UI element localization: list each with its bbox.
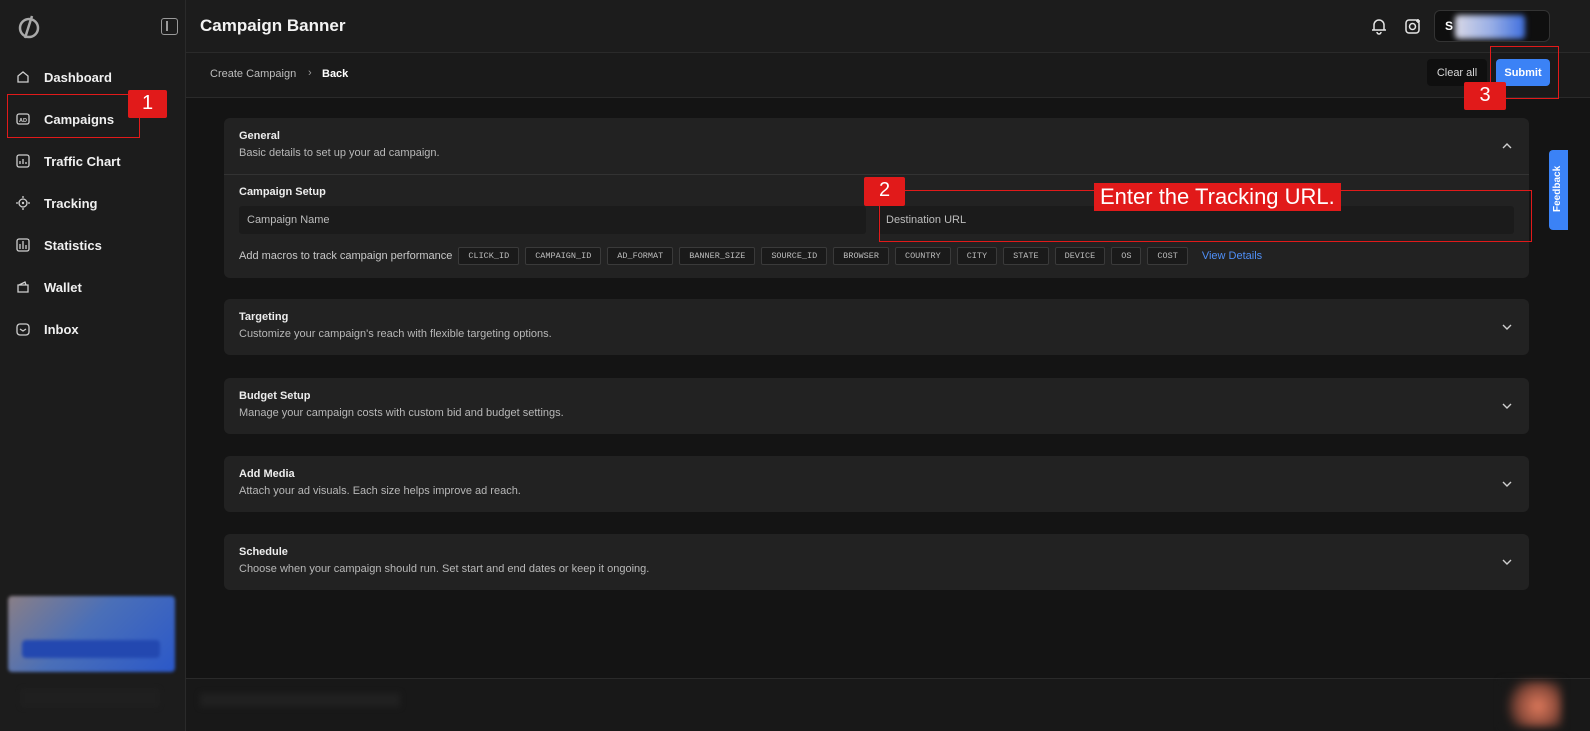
section-subtitle: Choose when your campaign should run. Se…: [239, 563, 650, 575]
sidebar-item-wallet[interactable]: Wallet: [0, 266, 186, 308]
section-subtitle: Customize your campaign's reach with fle…: [239, 328, 552, 340]
top-header: Campaign Banner S: [186, 0, 1590, 53]
macro-chip[interactable]: SOURCE_ID: [761, 247, 828, 265]
chat-widget-avatar[interactable]: [1502, 681, 1562, 727]
chevron-down-icon[interactable]: [1501, 400, 1513, 412]
annotation-number-2: 2: [864, 177, 905, 206]
sidebar-item-statistics[interactable]: Statistics: [0, 224, 186, 266]
bottom-text-blurred: [200, 693, 400, 707]
general-header[interactable]: General Basic details to set up your ad …: [224, 118, 1529, 174]
user-menu[interactable]: S: [1434, 10, 1550, 42]
macro-chip[interactable]: CLICK_ID: [458, 247, 520, 265]
section-subtitle: Attach your ad visuals. Each size helps …: [239, 485, 521, 497]
sidebar-item-label: Traffic Chart: [44, 153, 121, 169]
breadcrumb-create-campaign[interactable]: Create Campaign: [210, 68, 296, 80]
chevron-right-icon: ›: [308, 67, 312, 79]
macro-chip[interactable]: COST: [1147, 247, 1188, 265]
schedule-panel[interactable]: Schedule Choose when your campaign shoul…: [224, 534, 1529, 590]
sidebar-item-label: Inbox: [44, 321, 79, 337]
sidebar-item-label: Wallet: [44, 279, 82, 295]
section-subtitle: Basic details to set up your ad campaign…: [239, 147, 440, 159]
page-title: Campaign Banner: [200, 16, 346, 35]
macro-chip[interactable]: OS: [1111, 247, 1142, 265]
annotation-number-1: 1: [128, 90, 167, 118]
stats-icon: [16, 238, 30, 252]
section-title: Add Media: [239, 468, 295, 480]
sidebar-footer: [20, 688, 160, 708]
budget-setup-panel[interactable]: Budget Setup Manage your campaign costs …: [224, 378, 1529, 434]
chevron-down-icon[interactable]: [1501, 478, 1513, 490]
macro-chip[interactable]: DEVICE: [1054, 247, 1106, 265]
breadcrumb-back[interactable]: Back: [322, 68, 348, 80]
section-subtitle: Manage your campaign costs with custom b…: [239, 407, 564, 419]
macro-chip[interactable]: AD_FORMAT: [607, 247, 674, 265]
sidebar-item-inbox[interactable]: Inbox: [0, 308, 186, 350]
sidebar-item-traffic-chart[interactable]: Traffic Chart: [0, 140, 186, 182]
user-initial: S: [1445, 19, 1454, 33]
camera-icon[interactable]: [1404, 17, 1422, 35]
breadcrumb-bar: Create Campaign › Back Clear all Submit: [186, 53, 1590, 98]
macros-label: Add macros to track campaign performance: [239, 250, 453, 262]
sidebar-item-label: Statistics: [44, 237, 102, 253]
section-title: General: [239, 130, 280, 142]
macro-chip[interactable]: BROWSER: [833, 247, 889, 265]
inbox-icon: [16, 323, 30, 336]
wallet-icon: [17, 281, 29, 293]
logo-icon[interactable]: [16, 14, 42, 40]
macro-chip[interactable]: STATE: [1003, 247, 1049, 265]
user-name-blurred: [1455, 15, 1525, 39]
macro-chip[interactable]: COUNTRY: [894, 247, 951, 265]
sidebar-item-label: Dashboard: [44, 69, 112, 85]
add-media-panel[interactable]: Add Media Attach your ad visuals. Each s…: [224, 456, 1529, 512]
promo-card[interactable]: [8, 596, 175, 672]
chevron-up-icon[interactable]: [1501, 140, 1513, 152]
home-icon: [17, 71, 29, 83]
annotation-number-3: 3: [1464, 82, 1506, 110]
targeting-panel[interactable]: Targeting Customize your campaign's reac…: [224, 299, 1529, 355]
macro-row: Add macros to track campaign performance…: [239, 247, 1262, 265]
section-title: Targeting: [239, 311, 289, 323]
feedback-tab[interactable]: Feedback: [1549, 150, 1568, 230]
chevron-down-icon[interactable]: [1501, 556, 1513, 568]
sidebar-item-label: Tracking: [44, 195, 98, 211]
bottom-bar: [186, 678, 1590, 731]
feedback-label: Feedback: [1552, 165, 1563, 212]
view-details-link[interactable]: View Details: [1202, 250, 1262, 262]
macro-chip[interactable]: BANNER_SIZE: [679, 247, 756, 265]
section-title: Schedule: [239, 546, 288, 558]
macro-chip[interactable]: CITY: [956, 247, 998, 265]
campaign-name-input[interactable]: [239, 206, 866, 234]
target-icon: [16, 196, 30, 210]
bell-icon[interactable]: [1370, 17, 1388, 35]
section-title: Budget Setup: [239, 390, 311, 402]
sidebar-item-tracking[interactable]: Tracking: [0, 182, 186, 224]
annotation-callout: Enter the Tracking URL.: [1094, 183, 1341, 211]
annotation-box-1: [7, 94, 140, 138]
macro-chip[interactable]: CAMPAIGN_ID: [525, 247, 602, 265]
chevron-down-icon[interactable]: [1501, 321, 1513, 333]
collapse-sidebar-icon[interactable]: [161, 18, 178, 35]
chart-icon: [16, 154, 30, 168]
